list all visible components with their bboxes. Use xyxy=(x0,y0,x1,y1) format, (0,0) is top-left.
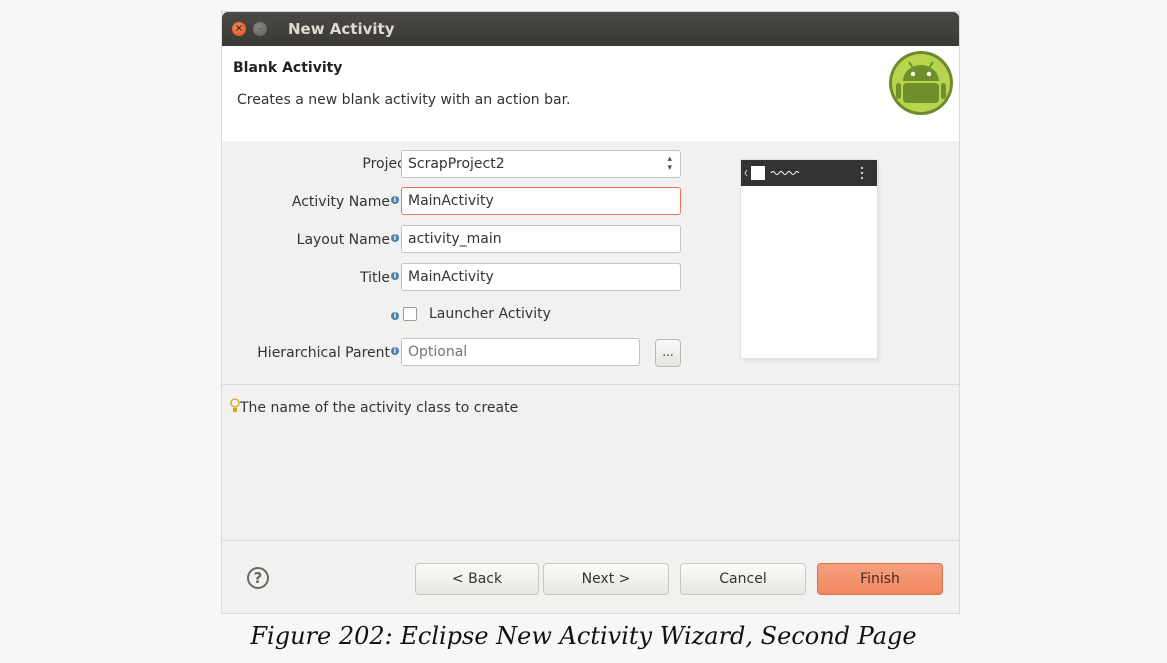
android-logo-icon xyxy=(889,51,953,115)
help-icon[interactable]: ? xyxy=(247,567,269,589)
title-label: Title xyxy=(359,270,390,286)
wizard-header: Blank Activity Creates a new blank activ… xyxy=(222,46,959,141)
hint-text: The name of the activity class to create xyxy=(230,398,518,416)
layout-name-label: Layout Name xyxy=(296,232,390,248)
project-select[interactable]: ScrapProject2 ▴ ▾ xyxy=(401,150,681,178)
window-minimize-button[interactable]: – xyxy=(253,22,267,36)
launcher-activity-label: Launcher Activity xyxy=(429,306,551,322)
activity-name-label: Activity Name xyxy=(291,194,390,210)
launcher-activity-checkbox[interactable] xyxy=(403,307,417,321)
page-description: Creates a new blank activity with an act… xyxy=(237,92,571,108)
hierarchical-parent-label: Hierarchical Parent xyxy=(257,345,390,361)
info-icon[interactable]: i xyxy=(391,196,399,204)
cancel-button[interactable]: Cancel xyxy=(680,563,806,595)
activity-name-input[interactable]: MainActivity xyxy=(401,187,681,215)
select-arrows-icon: ▴ ▾ xyxy=(667,154,672,173)
hierarchical-parent-label-row: Hierarchical Parent i xyxy=(222,345,399,361)
preview-action-bar-icons xyxy=(744,166,864,180)
next-button[interactable]: Next > xyxy=(543,563,669,595)
finish-button[interactable]: Finish xyxy=(817,563,943,595)
activity-preview xyxy=(741,160,877,358)
project-select-value: ScrapProject2 xyxy=(408,156,505,172)
info-icon[interactable]: i xyxy=(391,312,399,320)
title-input[interactable]: MainActivity xyxy=(401,263,681,291)
window-titlebar: × – New Activity xyxy=(222,12,959,46)
layout-name-label-row: Layout Name i xyxy=(242,232,399,248)
browse-parent-button[interactable]: ... xyxy=(655,339,681,367)
title-label-row: Title i xyxy=(242,270,399,286)
activity-name-label-row: Activity Name i xyxy=(242,194,399,210)
back-button[interactable]: < Back xyxy=(415,563,539,595)
new-activity-dialog: × – New Activity Blank Activity Creates … xyxy=(222,12,959,613)
info-icon[interactable]: i xyxy=(391,234,399,242)
divider xyxy=(222,540,959,541)
hint-message: The name of the activity class to create xyxy=(240,400,519,416)
info-icon[interactable]: i xyxy=(391,272,399,280)
preview-action-bar xyxy=(741,160,877,186)
page-title: Blank Activity xyxy=(233,60,343,76)
project-label: Project: xyxy=(362,156,415,172)
lightbulb-icon xyxy=(230,398,240,412)
hierarchical-parent-input[interactable] xyxy=(401,338,640,366)
layout-name-input[interactable]: activity_main xyxy=(401,225,681,253)
figure-caption: Figure 202: Eclipse New Activity Wizard,… xyxy=(250,622,917,650)
window-title: New Activity xyxy=(288,20,395,38)
info-icon[interactable]: i xyxy=(391,347,399,355)
window-close-button[interactable]: × xyxy=(232,22,246,36)
divider xyxy=(222,384,959,385)
